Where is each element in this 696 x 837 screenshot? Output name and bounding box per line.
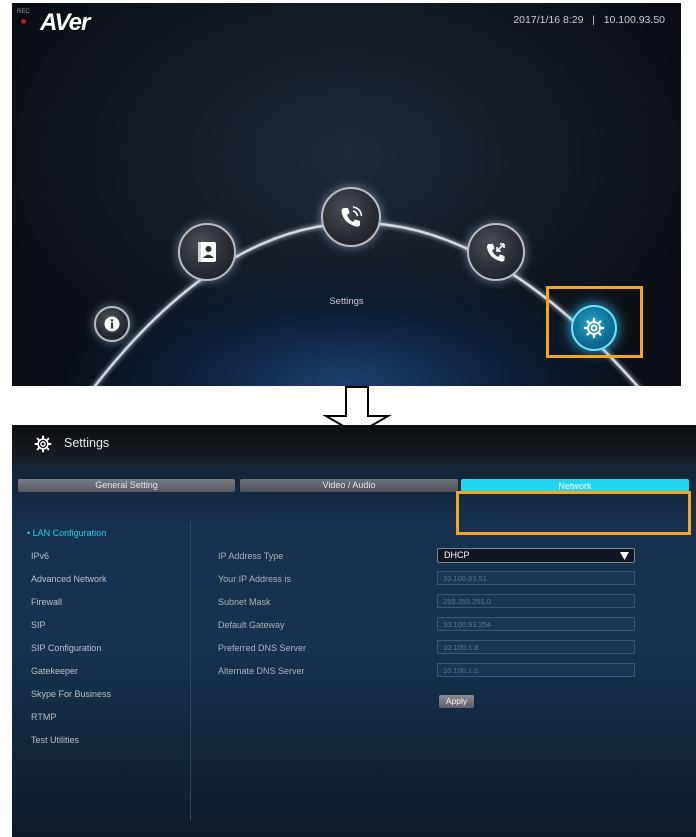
home-screen: REC AVer 2017/1/16 8:29 | 10.100.93.50 S…: [12, 3, 681, 386]
sidebar-item-sip[interactable]: SIP: [31, 620, 46, 630]
subnet-mask-field[interactable]: 255.255.255.0: [437, 594, 635, 608]
sidebar-item-firewall[interactable]: Firewall: [31, 597, 62, 607]
alternate-dns-label: Alternate DNS Server: [218, 666, 305, 676]
sidebar-item-rtmp[interactable]: RTMP: [31, 712, 56, 722]
tab-video-audio[interactable]: Video / Audio: [240, 479, 458, 492]
your-ip-address-label: Your IP Address is: [218, 574, 292, 584]
page-title: Settings: [64, 436, 110, 450]
info-icon: [104, 316, 120, 332]
call-history-button[interactable]: [467, 223, 525, 281]
gear-icon: [34, 435, 52, 453]
default-gateway-label: Default Gateway: [218, 620, 285, 630]
default-gateway-field[interactable]: 10.100.93.254: [437, 617, 635, 631]
ip-address-type-label: IP Address Type: [218, 551, 284, 561]
call-icon: [341, 206, 363, 227]
sidebar-item-ipv6[interactable]: IPv6: [31, 551, 49, 561]
subnet-mask-label: Subnet Mask: [218, 597, 271, 607]
sidebar-item-gatekeeper[interactable]: Gatekeeper: [31, 666, 78, 676]
alternate-dns-field[interactable]: 10.100.1.6: [437, 663, 635, 677]
ip-address-type-value: DHCP: [444, 550, 470, 560]
your-ip-address-field[interactable]: 10.100.93.51: [437, 571, 635, 585]
ip-address-type-select[interactable]: DHCP: [437, 548, 635, 563]
sidebar-item-advanced-network[interactable]: Advanced Network: [31, 574, 107, 584]
call-button[interactable]: [321, 187, 381, 247]
info-button[interactable]: [94, 306, 130, 342]
settings-header: Settings: [12, 425, 696, 463]
contacts-button[interactable]: [178, 223, 236, 281]
highlight-box-settings: [546, 286, 643, 358]
sidebar-item-sip-configuration[interactable]: SIP Configuration: [31, 643, 101, 653]
highlight-box-network-tab: [456, 491, 691, 535]
sidebar-item-skype-for-business[interactable]: Skype For Business: [31, 689, 111, 699]
call-history-icon: [487, 243, 505, 262]
sidebar-item-lan-configuration[interactable]: • LAN Configuration: [27, 528, 106, 538]
apply-button[interactable]: Apply: [439, 695, 474, 708]
dropdown-caret-icon: [620, 552, 629, 560]
settings-screen: Settings General Setting Video / Audio N…: [12, 425, 696, 837]
sidebar-divider: [190, 521, 191, 821]
preferred-dns-field[interactable]: 10.100.1.8: [437, 640, 635, 654]
preferred-dns-label: Preferred DNS Server: [218, 643, 307, 653]
tab-general-setting[interactable]: General Setting: [18, 479, 235, 492]
sidebar-item-test-utilities[interactable]: Test Utilities: [31, 735, 79, 745]
contacts-icon: [198, 242, 216, 262]
